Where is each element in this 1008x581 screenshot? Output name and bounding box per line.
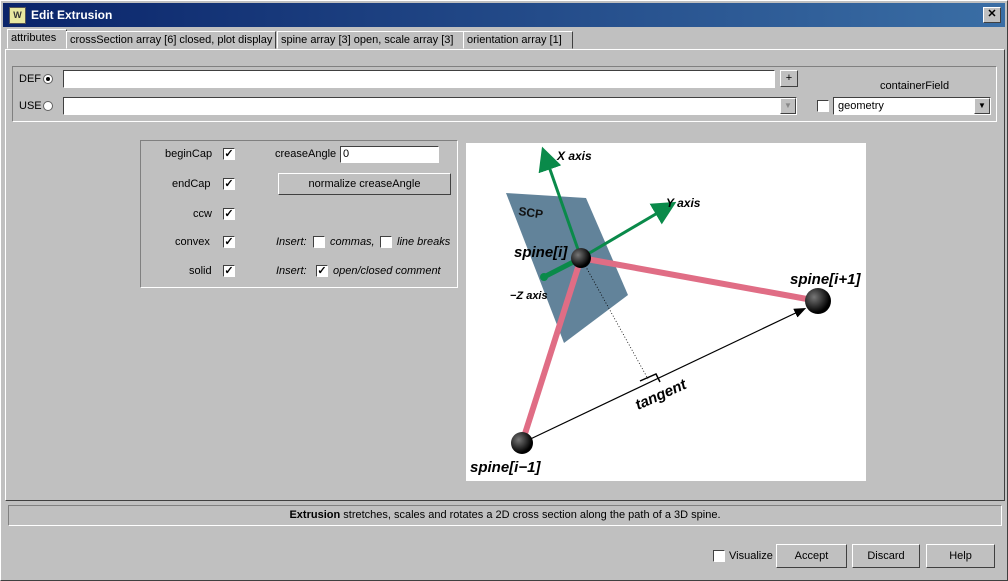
convex-label: convex: [175, 236, 210, 248]
visualize-checkbox[interactable]: [713, 550, 725, 562]
spine-i-plus-point: [805, 288, 831, 314]
container-field-label: containerField: [880, 80, 950, 92]
diagram-svg: X axis Y axis −Z axis SCP spine[i] spine…: [470, 146, 861, 476]
line-breaks-label: line breaks: [397, 236, 451, 248]
use-label: USE: [19, 100, 42, 112]
spine-i-label: spine[i]: [514, 244, 568, 261]
normalize-crease-angle-button[interactable]: normalize creaseAngle: [278, 173, 451, 195]
window-title: Edit Extrusion: [31, 8, 113, 22]
def-radio[interactable]: [43, 74, 53, 84]
z-axis-label: −Z axis: [510, 290, 548, 302]
x-axis-label: X axis: [556, 149, 592, 163]
begincap-label: beginCap: [165, 148, 213, 160]
open-closed-label: open/closed comment: [333, 265, 441, 277]
tab-crosssection[interactable]: crossSection array [6] closed, plot disp…: [66, 31, 276, 49]
close-icon[interactable]: ✕: [983, 7, 1001, 23]
discard-button[interactable]: Discard: [852, 544, 920, 568]
status-bold: Extrusion: [289, 509, 341, 521]
y-axis-label: Y axis: [666, 196, 701, 210]
chevron-down-icon[interactable]: ▼: [780, 98, 796, 114]
title-bar[interactable]: W Edit Extrusion ✕: [3, 3, 1005, 27]
tab-spine[interactable]: spine array [3] open, scale array [3]: [277, 31, 465, 49]
line-breaks-checkbox[interactable]: [380, 236, 392, 248]
def-label: DEF: [19, 73, 41, 85]
edit-extrusion-window: W Edit Extrusion ✕ attributes crossSecti…: [0, 0, 1008, 581]
tab-attributes[interactable]: attributes: [7, 29, 67, 49]
endcap-label: endCap: [172, 178, 211, 190]
convex-checkbox[interactable]: ✓: [223, 236, 235, 248]
crease-angle-input[interactable]: 0: [340, 146, 439, 163]
add-button[interactable]: +: [780, 70, 798, 87]
solid-label: solid: [189, 265, 212, 277]
spine-i-minus-point: [511, 432, 533, 454]
accept-button[interactable]: Accept: [776, 544, 847, 568]
container-field-value: geometry: [838, 100, 884, 112]
tab-orientation[interactable]: orientation array [1]: [463, 31, 573, 49]
chevron-down-icon[interactable]: ▼: [974, 98, 990, 114]
crease-angle-label: creaseAngle: [275, 148, 337, 160]
endcap-checkbox[interactable]: ✓: [223, 178, 235, 190]
extrusion-diagram: X axis Y axis −Z axis SCP spine[i] spine…: [466, 143, 866, 481]
solid-checkbox[interactable]: ✓: [223, 265, 235, 277]
tangent-label: tangent: [633, 376, 690, 414]
ccw-checkbox[interactable]: ✓: [223, 208, 235, 220]
spine-i-minus-label: spine[i−1]: [470, 459, 541, 476]
z-axis-tip: [540, 273, 548, 281]
use-radio[interactable]: [43, 101, 53, 111]
container-field-checkbox[interactable]: [817, 100, 829, 112]
begincap-checkbox[interactable]: ✓: [223, 148, 235, 160]
commas-checkbox[interactable]: [313, 236, 325, 248]
insert-label: Insert:: [276, 236, 307, 248]
status-description: Extrusion stretches, scales and rotates …: [8, 505, 1002, 526]
status-text: stretches, scales and rotates a 2D cross…: [340, 509, 721, 521]
def-field[interactable]: [63, 70, 775, 88]
help-button[interactable]: Help: [926, 544, 995, 568]
spine-i-plus-label: spine[i+1]: [790, 271, 861, 288]
use-dropdown[interactable]: [63, 97, 797, 115]
right-angle-marker: [639, 373, 661, 383]
ccw-label: ccw: [193, 208, 212, 220]
spine-i-point: [571, 248, 591, 268]
open-closed-checkbox[interactable]: ✓: [316, 265, 328, 277]
commas-label: commas,: [330, 236, 375, 248]
container-field-select[interactable]: geometry: [833, 97, 991, 115]
app-icon: W: [9, 7, 26, 24]
insert-label: Insert:: [276, 265, 307, 277]
visualize-label: Visualize: [729, 550, 773, 562]
